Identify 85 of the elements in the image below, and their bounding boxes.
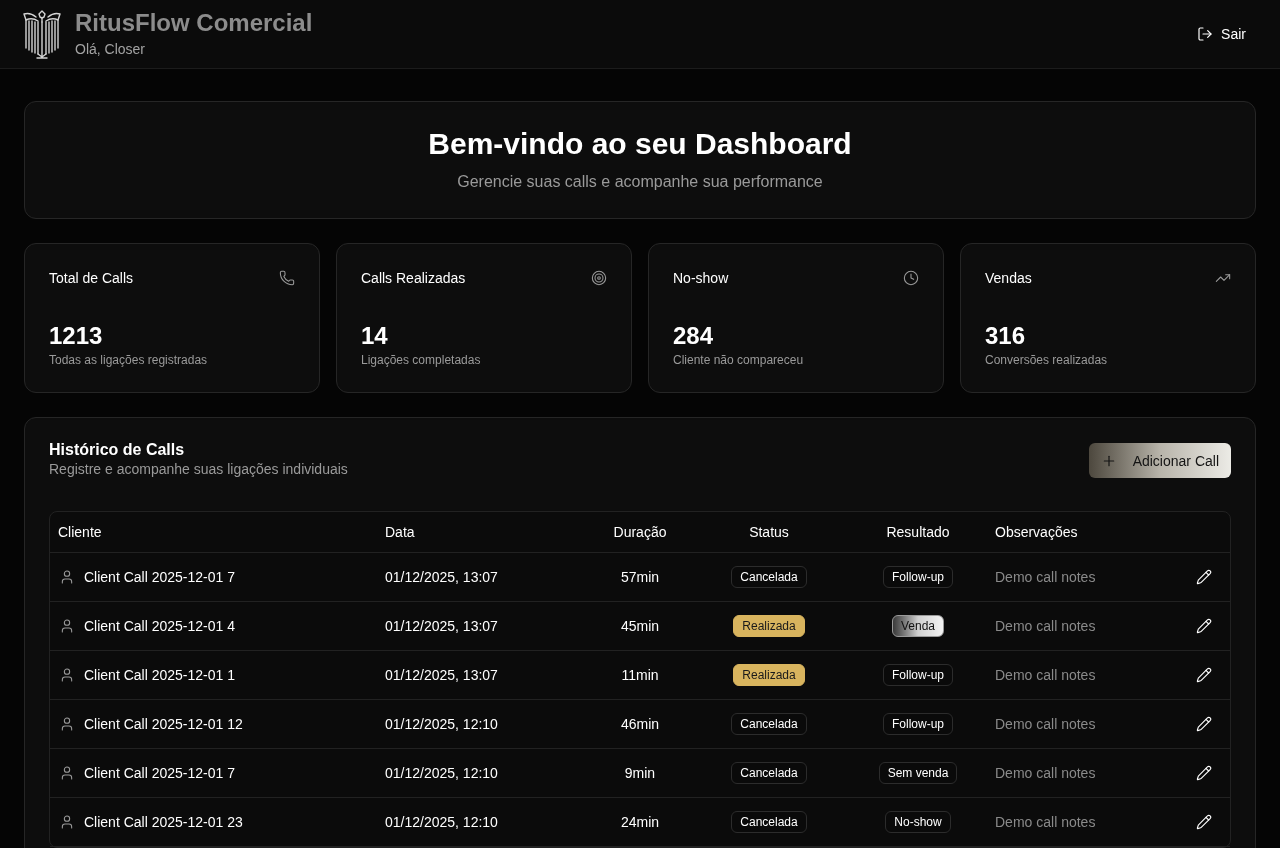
- stat-caption: Ligações completadas: [361, 352, 482, 368]
- stat-label: No-show: [673, 269, 729, 288]
- edit-button[interactable]: [1196, 667, 1212, 683]
- call-duration: 45min: [620, 618, 660, 634]
- client-name: Client Call 2025-12-01 7: [84, 764, 235, 783]
- stat-label: Total de Calls: [49, 269, 134, 288]
- call-duration: 9min: [624, 765, 656, 781]
- user-icon: [59, 618, 75, 634]
- call-date: 01/12/2025, 13:07: [385, 569, 498, 585]
- edit-button[interactable]: [1196, 716, 1212, 732]
- client-name: Client Call 2025-12-01 4: [84, 617, 235, 636]
- result-badge: Follow-up: [883, 713, 953, 735]
- status-badge: Cancelada: [731, 566, 807, 588]
- eagle-emblem-logo: [22, 8, 62, 60]
- clock-icon: [903, 270, 919, 286]
- stat-value: 284: [673, 321, 715, 351]
- client-name: Client Call 2025-12-01 23: [84, 813, 243, 832]
- user-icon: [59, 765, 75, 781]
- user-icon: [59, 569, 75, 585]
- status-badge: Realizada: [733, 615, 805, 637]
- stat-label: Calls Realizadas: [361, 269, 466, 288]
- call-duration: 57min: [620, 569, 660, 585]
- call-notes: Demo call notes: [995, 569, 1096, 585]
- call-notes: Demo call notes: [995, 814, 1096, 830]
- stat-value: 14: [361, 321, 389, 351]
- user-icon: [59, 667, 75, 683]
- user-icon: [59, 814, 75, 830]
- stat-caption: Conversões realizadas: [985, 352, 1109, 368]
- pencil-icon: [1196, 618, 1212, 634]
- call-notes: Demo call notes: [995, 667, 1096, 683]
- edit-button[interactable]: [1196, 814, 1212, 830]
- target-icon: [591, 270, 607, 286]
- column-header: Duração: [613, 524, 667, 540]
- client-name: Client Call 2025-12-01 1: [84, 666, 235, 685]
- user-icon: [59, 716, 75, 732]
- logout-icon: [1197, 26, 1214, 42]
- welcome-subtitle: Gerencie suas calls e acompanhe sua performance: [457, 172, 823, 192]
- result-badge: Sem venda: [878, 762, 958, 784]
- result-badge: Follow-up: [883, 664, 953, 686]
- call-date: 01/12/2025, 12:10: [385, 814, 498, 830]
- status-badge: Cancelada: [731, 713, 807, 735]
- call-date: 01/12/2025, 13:07: [385, 667, 498, 683]
- pencil-icon: [1196, 716, 1212, 732]
- pencil-icon: [1196, 667, 1212, 683]
- column-header: Observações: [995, 524, 1078, 540]
- call-date: 01/12/2025, 12:10: [385, 765, 498, 781]
- call-duration: 24min: [620, 814, 660, 830]
- status-badge: Cancelada: [731, 811, 807, 833]
- result-badge: Follow-up: [883, 566, 953, 588]
- client-name: Client Call 2025-12-01 7: [84, 568, 235, 587]
- column-header: Resultado: [886, 524, 950, 540]
- stat-label: Vendas: [985, 269, 1032, 288]
- call-date: 01/12/2025, 12:10: [385, 716, 498, 732]
- edit-button[interactable]: [1196, 765, 1212, 781]
- history-title: Histórico de Calls: [49, 442, 186, 458]
- stat-value: 316: [985, 321, 1027, 351]
- greeting-text: Olá, Closer: [75, 40, 147, 59]
- edit-button[interactable]: [1196, 618, 1212, 634]
- column-header: Cliente: [58, 524, 102, 540]
- history-subtitle: Registre e acompanhe suas ligações individuais: [49, 460, 348, 479]
- call-duration: 11min: [621, 667, 659, 683]
- logout-button[interactable]: Sair: [1189, 16, 1254, 52]
- stat-value: 1213: [49, 321, 104, 351]
- call-notes: Demo call notes: [995, 618, 1096, 634]
- client-name: Client Call 2025-12-01 12: [84, 715, 243, 734]
- stat-caption: Cliente não compareceu: [673, 352, 805, 368]
- pencil-icon: [1196, 765, 1212, 781]
- call-duration: 46min: [620, 716, 660, 732]
- welcome-title: Bem-vindo ao seu Dashboard: [428, 126, 852, 162]
- phone-icon: [279, 270, 295, 286]
- column-header: Data: [385, 524, 415, 540]
- call-notes: Demo call notes: [995, 765, 1096, 781]
- result-badge: No-show: [885, 811, 951, 833]
- status-badge: Realizada: [733, 664, 805, 686]
- app-title: RitusFlow Comercial: [75, 9, 313, 37]
- add-call-button[interactable]: Adicionar Call: [1088, 443, 1231, 478]
- call-notes: Demo call notes: [995, 716, 1096, 732]
- edit-button[interactable]: [1196, 569, 1212, 585]
- column-header: Status: [749, 524, 789, 540]
- call-date: 01/12/2025, 13:07: [385, 618, 498, 634]
- pencil-icon: [1196, 569, 1212, 585]
- stat-caption: Todas as ligações registradas: [49, 352, 209, 368]
- result-badge: Venda: [891, 615, 944, 637]
- status-badge: Cancelada: [731, 762, 807, 784]
- pencil-icon: [1196, 814, 1212, 830]
